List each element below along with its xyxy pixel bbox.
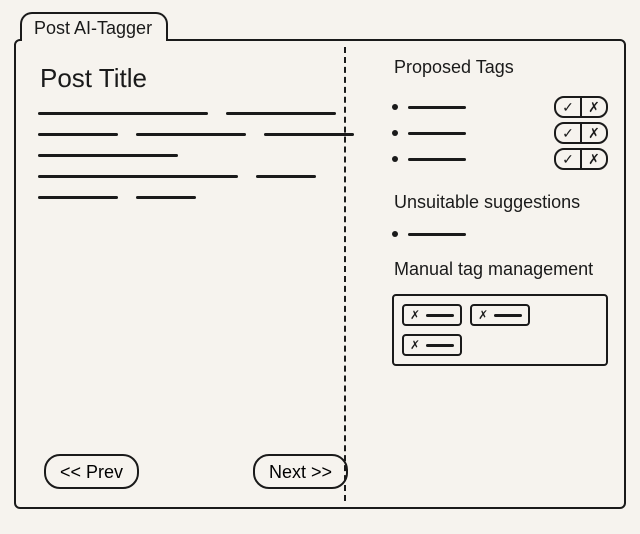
post-body-placeholder	[38, 112, 354, 199]
proposed-tag-row: ✓✗	[392, 148, 608, 170]
accept-reject-group: ✓✗	[554, 148, 608, 170]
tag-placeholder	[408, 132, 466, 135]
post-body-line	[38, 175, 354, 178]
text-placeholder	[38, 154, 178, 157]
window-tab-label: Post AI-Tagger	[34, 18, 152, 38]
panel-divider	[344, 47, 346, 501]
main-panel: Post Title << Prev Next >> Proposed Tags…	[14, 39, 626, 509]
bullet-icon	[392, 130, 398, 136]
text-placeholder	[136, 196, 196, 199]
post-body-line	[38, 112, 354, 115]
manual-tag-chip[interactable]: ✗	[470, 304, 530, 326]
prev-button[interactable]: << Prev	[44, 454, 139, 489]
text-placeholder	[38, 196, 118, 199]
tag-panel: Proposed Tags ✓✗✓✗✓✗ Unsuitable suggesti…	[374, 41, 624, 507]
post-preview-panel: Post Title << Prev Next >>	[16, 41, 374, 507]
next-button[interactable]: Next >>	[253, 454, 348, 489]
unsuitable-heading: Unsuitable suggestions	[394, 192, 608, 213]
text-placeholder	[38, 175, 238, 178]
accept-reject-group: ✓✗	[554, 122, 608, 144]
accept-tag-button[interactable]: ✓	[556, 150, 580, 168]
text-placeholder	[226, 112, 336, 115]
tag-placeholder	[426, 314, 454, 317]
accept-tag-button[interactable]: ✓	[556, 98, 580, 116]
remove-tag-icon[interactable]: ✗	[410, 308, 420, 322]
proposed-tags-heading: Proposed Tags	[394, 57, 608, 78]
tag-placeholder	[494, 314, 522, 317]
text-placeholder	[38, 112, 208, 115]
tag-placeholder	[408, 106, 466, 109]
text-placeholder	[136, 133, 246, 136]
accept-reject-group: ✓✗	[554, 96, 608, 118]
reject-tag-button[interactable]: ✗	[580, 124, 606, 142]
tag-placeholder	[408, 233, 466, 236]
post-body-line	[38, 196, 354, 199]
manual-tags-box[interactable]: ✗ ✗ ✗	[392, 294, 608, 366]
tag-placeholder	[408, 158, 466, 161]
bullet-icon	[392, 156, 398, 162]
post-body-line	[38, 154, 354, 157]
reject-tag-button[interactable]: ✗	[580, 98, 606, 116]
post-title: Post Title	[40, 63, 354, 94]
proposed-tags-list: ✓✗✓✗✓✗	[392, 92, 608, 174]
post-body-line	[38, 133, 354, 136]
window-tab[interactable]: Post AI-Tagger	[20, 12, 168, 41]
unsuitable-tags-list	[392, 227, 608, 241]
unsuitable-tag-row	[392, 231, 608, 237]
manual-tag-chip[interactable]: ✗	[402, 334, 462, 356]
proposed-tag-row: ✓✗	[392, 96, 608, 118]
text-placeholder	[264, 133, 354, 136]
manual-heading: Manual tag management	[394, 259, 608, 280]
remove-tag-icon[interactable]: ✗	[478, 308, 488, 322]
manual-tag-chip[interactable]: ✗	[402, 304, 462, 326]
text-placeholder	[38, 133, 118, 136]
accept-tag-button[interactable]: ✓	[556, 124, 580, 142]
tag-placeholder	[426, 344, 454, 347]
reject-tag-button[interactable]: ✗	[580, 150, 606, 168]
bullet-icon	[392, 104, 398, 110]
proposed-tag-row: ✓✗	[392, 122, 608, 144]
bullet-icon	[392, 231, 398, 237]
remove-tag-icon[interactable]: ✗	[410, 338, 420, 352]
text-placeholder	[256, 175, 316, 178]
nav-row: << Prev Next >>	[38, 454, 354, 493]
